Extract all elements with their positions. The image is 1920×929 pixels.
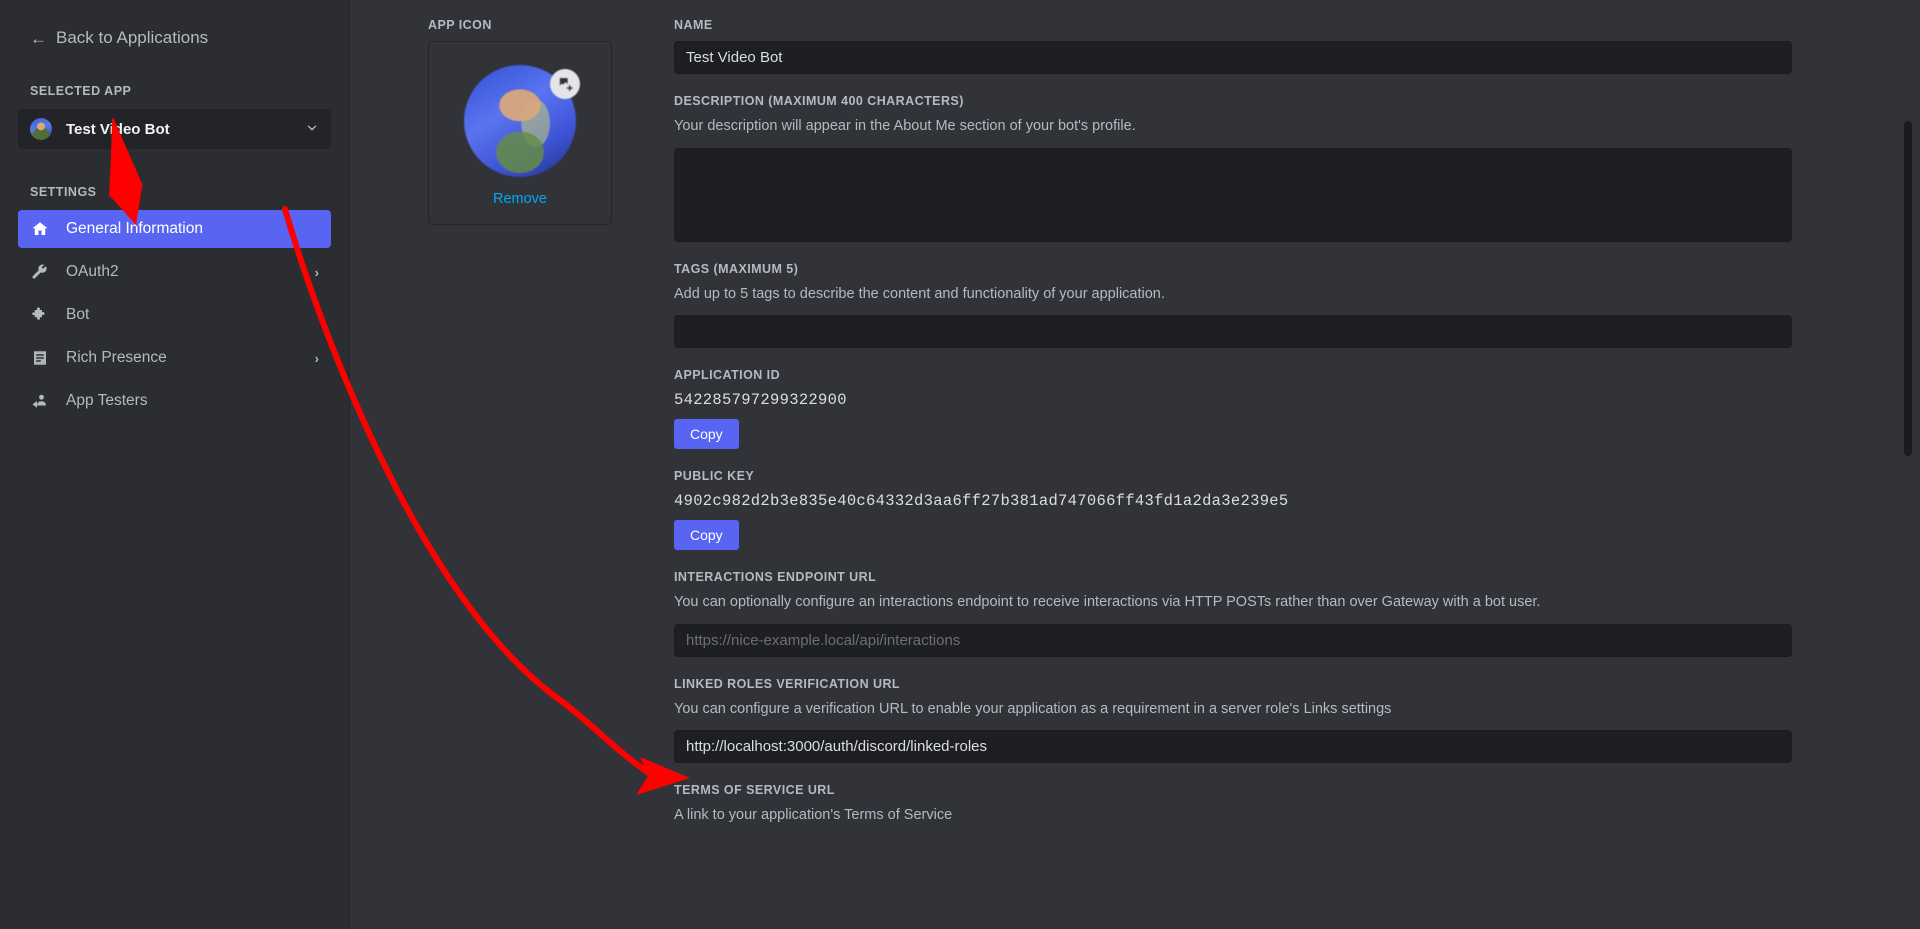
sidebar-item-bot[interactable]: Bot <box>18 296 331 334</box>
app-icon-column: APP ICON Remove <box>428 18 654 846</box>
chevron-right-icon: › <box>314 264 319 280</box>
wrench-icon <box>30 262 50 282</box>
application-id-value: 542285797299322900 <box>674 391 847 410</box>
name-input[interactable]: Test Video Bot <box>674 41 1792 74</box>
interactions-endpoint-url-help: You can optionally configure an interact… <box>674 594 1541 611</box>
linked-roles-verification-url-label: LINKED ROLES VERIFICATION URL <box>674 676 901 691</box>
application-id-group: APPLICATION ID 542285797299322900 Copy <box>674 368 1792 450</box>
main-content: APP ICON Remove NAME Test Video Bot DESC… <box>350 0 1920 929</box>
sidebar-item-label: Bot <box>66 306 90 323</box>
interactions-endpoint-url-label: INTERACTIONS ENDPOINT URL <box>674 570 877 585</box>
app-icon-card[interactable]: Remove <box>428 41 612 225</box>
general-information-form: NAME Test Video Bot DESCRIPTION (MAXIMUM… <box>674 18 1792 846</box>
selected-app-dropdown[interactable]: Test Video Bot <box>18 109 331 149</box>
terms-of-service-url-label: TERMS OF SERVICE URL <box>674 783 835 798</box>
avatar <box>30 118 52 140</box>
terms-of-service-url-group: TERMS OF SERVICE URL A link to your appl… <box>674 783 1792 826</box>
sidebar-item-rich-presence[interactable]: Rich Presence › <box>18 339 331 377</box>
linked-roles-verification-url-group: LINKED ROLES VERIFICATION URL You can co… <box>674 677 1792 764</box>
terms-of-service-url-help: A link to your application's Terms of Se… <box>674 807 953 824</box>
puzzle-icon <box>30 305 50 325</box>
remove-app-icon-link[interactable]: Remove <box>493 191 547 207</box>
tags-label: TAGS (MAXIMUM 5) <box>674 261 799 276</box>
tags-help: Add up to 5 tags to describe the content… <box>674 285 1165 302</box>
application-id-label: APPLICATION ID <box>674 368 781 383</box>
sidebar-item-label: App Testers <box>66 392 148 409</box>
app-icon-preview <box>464 65 580 177</box>
tags-input[interactable] <box>674 315 1792 349</box>
sidebar-item-oauth2[interactable]: OAuth2 › <box>18 253 331 291</box>
sidebar: ← Back to Applications SELECTED APP Test… <box>0 0 350 929</box>
scrollbar-thumb[interactable] <box>1904 121 1912 456</box>
name-label: NAME <box>674 18 713 32</box>
chevron-down-icon <box>305 121 319 138</box>
app-icon-label: APP ICON <box>428 18 492 32</box>
name-field-group: NAME Test Video Bot <box>674 18 1792 74</box>
sidebar-item-label: OAuth2 <box>66 263 119 280</box>
description-textarea[interactable] <box>674 147 1792 242</box>
public-key-value: 4902c982d2b3e835e40c64332d3aa6ff27b381ad… <box>674 492 1289 511</box>
public-key-label: PUBLIC KEY <box>674 469 755 484</box>
linked-roles-verification-url-input[interactable]: http://localhost:3000/auth/discord/linke… <box>674 730 1792 764</box>
chevron-right-icon: › <box>314 350 319 366</box>
arrow-left-icon: ← <box>30 28 47 48</box>
description-label: DESCRIPTION (MAXIMUM 400 CHARACTERS) <box>674 94 964 108</box>
interactions-endpoint-url-input[interactable]: https://nice-example.local/api/interacti… <box>674 623 1792 657</box>
discord-developer-portal: ← Back to Applications SELECTED APP Test… <box>0 0 1920 929</box>
selected-app-name: Test Video Bot <box>66 120 170 138</box>
selected-app-heading: SELECTED APP <box>30 84 132 98</box>
list-icon <box>30 348 50 368</box>
back-to-applications-label: Back to Applications <box>56 28 209 47</box>
settings-heading: SETTINGS <box>30 185 97 199</box>
copy-application-id-button[interactable]: Copy <box>674 419 739 450</box>
tags-field-group: TAGS (MAXIMUM 5) Add up to 5 tags to des… <box>674 262 1792 349</box>
sidebar-item-label: Rich Presence <box>66 349 167 366</box>
back-to-applications-link[interactable]: ← Back to Applications <box>18 0 331 48</box>
home-icon <box>30 219 50 239</box>
sidebar-item-label: General Information <box>66 220 203 237</box>
copy-public-key-button[interactable]: Copy <box>674 520 739 551</box>
interactions-endpoint-url-group: INTERACTIONS ENDPOINT URL You can option… <box>674 570 1792 657</box>
linked-roles-verification-url-help: You can configure a verification URL to … <box>674 700 1392 717</box>
description-help: Your description will appear in the Abou… <box>674 118 1136 134</box>
sidebar-item-general-information[interactable]: General Information <box>18 210 331 248</box>
settings-nav: General Information OAuth2 › Bot Rich Pr… <box>18 210 331 420</box>
scrollbar-track[interactable] <box>1904 0 1916 929</box>
description-field-group: DESCRIPTION (MAXIMUM 400 CHARACTERS) You… <box>674 94 1792 242</box>
image-add-icon[interactable] <box>550 69 580 99</box>
public-key-group: PUBLIC KEY 4902c982d2b3e835e40c64332d3aa… <box>674 469 1792 551</box>
person-add-icon <box>30 391 50 411</box>
sidebar-item-app-testers[interactable]: App Testers <box>18 382 331 420</box>
